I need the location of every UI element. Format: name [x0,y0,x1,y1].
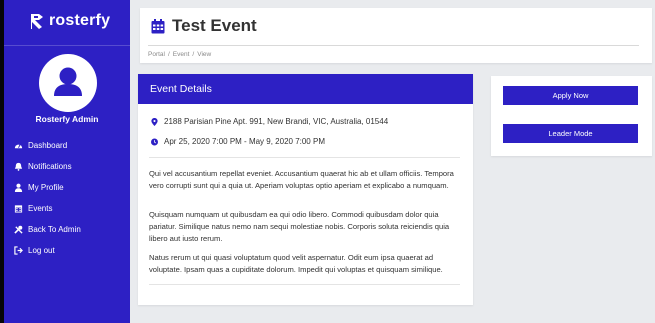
bell-icon [13,162,23,172]
sidebar-item-label: Dashboard [28,141,68,150]
user-silhouette-icon [54,67,82,96]
event-details-heading: Event Details [138,74,473,104]
sidebar-item-label: Events [28,204,53,213]
header-divider [148,45,639,46]
address-text: 2188 Parisian Pine Apt. 991, New Brandi,… [164,117,389,126]
sidebar-item-notifications[interactable]: Notifications [4,156,130,177]
breadcrumb-separator: / [192,51,195,58]
description-paragraph: Quisquam numquam ut quibusdam ea qui odi… [149,210,450,243]
sidebar-nav: Dashboard Notifications My Profile Event… [4,135,130,261]
date-range-text: Apr 25, 2020 7:00 PM - May 9, 2020 7:00 … [164,137,325,146]
sidebar-item-label: Back To Admin [28,225,81,234]
sidebar-item-label: Log out [28,246,55,255]
calendar-icon [151,18,165,33]
event-address: 2188 Parisian Pine Apt. 991, New Brandi,… [151,117,388,126]
description-paragraph: Natus rerum ut qui quasi voluptatum quod… [149,253,443,274]
details-divider-bottom [149,284,460,285]
brand-name: rosterfy [49,12,111,29]
calendar-icon [13,204,23,214]
rosterfy-logo-icon [31,13,43,29]
page-title-row: Test Event [151,16,257,36]
breadcrumb-view: View [197,51,212,58]
tools-icon [13,225,23,235]
breadcrumb-event[interactable]: Event [173,51,190,58]
user-name: Rosterfy Admin [35,114,99,124]
sidebar-item-events[interactable]: Events [4,198,130,219]
sign-out-icon [13,246,23,256]
sidebar-item-label: My Profile [28,183,64,192]
description-paragraph: Qui vel accusantium repellat eveniet. Ac… [149,169,454,190]
sidebar-item-dashboard[interactable]: Dashboard [4,135,130,156]
clock-icon [151,138,158,145]
sidebar-item-my-profile[interactable]: My Profile [4,177,130,198]
apply-now-button[interactable]: Apply Now [503,86,638,105]
tachometer-icon [13,141,23,151]
breadcrumb-separator: / [167,51,170,58]
leader-mode-button[interactable]: Leader Mode [503,124,638,143]
actions-card: Apply Now Leader Mode [491,76,652,156]
breadcrumb-portal[interactable]: Portal [148,51,165,58]
user-icon [13,183,23,193]
sidebar-item-log-out[interactable]: Log out [4,240,130,261]
event-date-range: Apr 25, 2020 7:00 PM - May 9, 2020 7:00 … [151,137,325,146]
sidebar-item-back-to-admin[interactable]: Back To Admin [4,219,130,240]
avatar[interactable] [39,54,97,112]
sidebar-item-label: Notifications [28,162,72,171]
sidebar-divider [4,45,130,46]
page-title: Test Event [172,16,257,35]
map-marker-icon [151,117,158,126]
breadcrumb: Portal / Event / View [148,51,211,58]
details-divider-top [149,157,460,158]
sidebar: rosterfy Rosterfy Admin Dashboard Notifi… [4,0,130,323]
page-header: Test Event Portal / Event / View [140,8,652,63]
brand-logo[interactable]: rosterfy [30,12,110,30]
